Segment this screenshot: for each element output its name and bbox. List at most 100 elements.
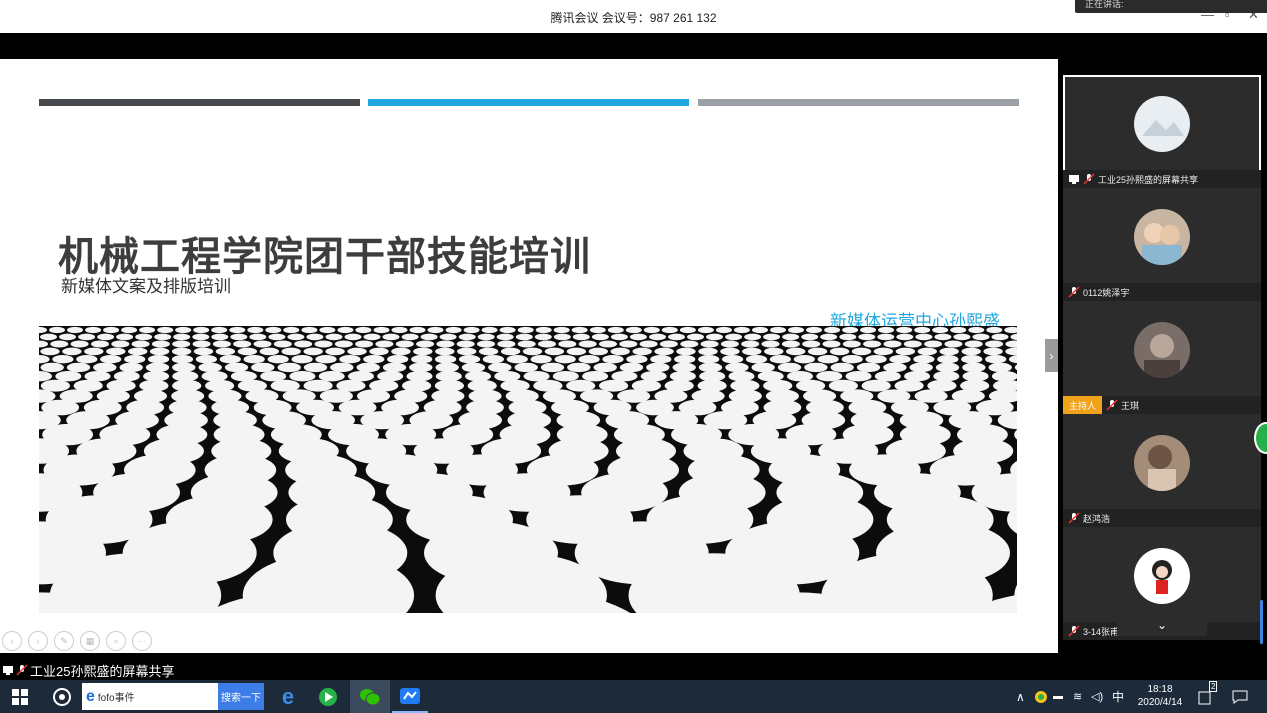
disc	[591, 333, 609, 341]
mic-off-icon	[1083, 173, 1095, 185]
panel-scrollbar[interactable]	[1260, 600, 1263, 644]
disc	[499, 326, 516, 334]
disc	[377, 371, 404, 382]
notification-center-icon[interactable]: 2	[1198, 680, 1218, 713]
disc	[395, 340, 414, 348]
disc	[914, 389, 948, 403]
disc	[924, 340, 943, 348]
disc	[698, 347, 718, 356]
video-player-icon[interactable]	[310, 680, 346, 713]
disc	[314, 340, 333, 348]
participant-tile[interactable]: 主持人 王琪	[1063, 301, 1261, 414]
disc	[192, 333, 210, 341]
battery-icon[interactable]: ▬	[1053, 680, 1063, 713]
ime-indicator[interactable]: 中	[1112, 680, 1124, 713]
disc	[193, 326, 210, 334]
disc	[301, 326, 318, 334]
disc	[303, 347, 323, 356]
tray-chevron-icon[interactable]: ∧	[1016, 680, 1025, 713]
chevron-down-icon[interactable]: ⌄	[1117, 614, 1207, 636]
zoom-icon[interactable]: ⌕	[106, 631, 126, 651]
tencent-meeting-icon[interactable]	[392, 680, 428, 713]
pen-icon[interactable]: ✎	[54, 631, 74, 651]
volume-icon[interactable]: ◁)	[1091, 680, 1103, 713]
prev-icon[interactable]: ‹	[2, 631, 22, 651]
disc	[961, 347, 981, 356]
disc	[212, 340, 231, 348]
disc	[70, 340, 89, 348]
pages-icon[interactable]: ▦	[80, 631, 100, 651]
participant-name: 0112姚泽宇	[1083, 287, 1130, 298]
disc	[720, 347, 740, 356]
panel-expand-arrow-icon[interactable]: ›	[1045, 339, 1058, 372]
disc	[315, 355, 337, 364]
disc	[913, 355, 935, 364]
ie-browser-icon[interactable]: e	[270, 680, 306, 713]
disc	[496, 333, 514, 341]
more-icon[interactable]: ···	[132, 631, 152, 651]
deco-bar-dark	[39, 99, 360, 106]
participant-name: 王琪	[1121, 400, 1140, 411]
disc	[934, 333, 952, 341]
next-icon[interactable]: ›	[28, 631, 48, 651]
security-icon[interactable]	[1034, 680, 1048, 713]
disc	[863, 340, 882, 348]
disc	[659, 340, 678, 348]
disc	[680, 340, 699, 348]
disc	[816, 371, 843, 382]
disc	[820, 333, 838, 341]
taskbar-search-input[interactable]: e fofo事件	[82, 683, 218, 710]
app-icon[interactable]	[44, 680, 80, 713]
participant-tile[interactable]: 赵鸿浩	[1063, 414, 1261, 527]
disc	[66, 362, 91, 373]
disc	[375, 340, 394, 348]
disc	[745, 355, 768, 364]
disc	[534, 333, 552, 341]
action-center-icon[interactable]	[1232, 680, 1248, 713]
disc	[679, 326, 696, 334]
disc	[55, 371, 82, 382]
disc	[553, 326, 570, 334]
participant-tile[interactable]: 0112姚泽宇	[1063, 188, 1261, 301]
disc	[802, 340, 821, 348]
disc	[530, 355, 552, 364]
wechat-icon[interactable]	[350, 680, 390, 713]
disc	[303, 362, 328, 373]
disc	[610, 347, 630, 356]
notification-count: 2	[1209, 681, 1218, 692]
disc	[294, 340, 313, 348]
disc	[283, 326, 300, 334]
disc	[119, 362, 143, 373]
disc	[52, 355, 74, 364]
clock[interactable]: 18:18 2020/4/14	[1134, 683, 1186, 709]
disc	[599, 340, 617, 348]
disc	[582, 371, 609, 382]
disc	[728, 371, 755, 382]
search-button[interactable]: 搜索一下	[218, 683, 264, 710]
disc	[856, 362, 881, 373]
screen-share-icon	[1069, 175, 1079, 184]
disc	[1005, 340, 1024, 348]
disc	[363, 333, 381, 341]
disc	[770, 326, 786, 334]
disc	[463, 326, 480, 334]
disc	[933, 371, 960, 382]
disc	[572, 333, 590, 341]
disc	[149, 347, 170, 356]
disc	[287, 333, 305, 341]
wifi-icon[interactable]: ≋	[1073, 680, 1082, 713]
disc	[273, 340, 292, 348]
disc	[567, 362, 591, 373]
disc	[964, 340, 983, 348]
disc	[639, 340, 658, 348]
photo-avatar	[1134, 322, 1190, 378]
participant-tile[interactable]: 工业25孙熙盛的屏幕共享	[1063, 75, 1261, 188]
disc	[427, 326, 444, 334]
disc	[40, 379, 70, 392]
disc	[687, 333, 704, 341]
disc	[619, 362, 644, 373]
disc	[76, 355, 98, 364]
disc	[851, 347, 872, 356]
windows-start-icon[interactable]	[0, 680, 40, 713]
mic-off-icon	[1068, 625, 1080, 637]
